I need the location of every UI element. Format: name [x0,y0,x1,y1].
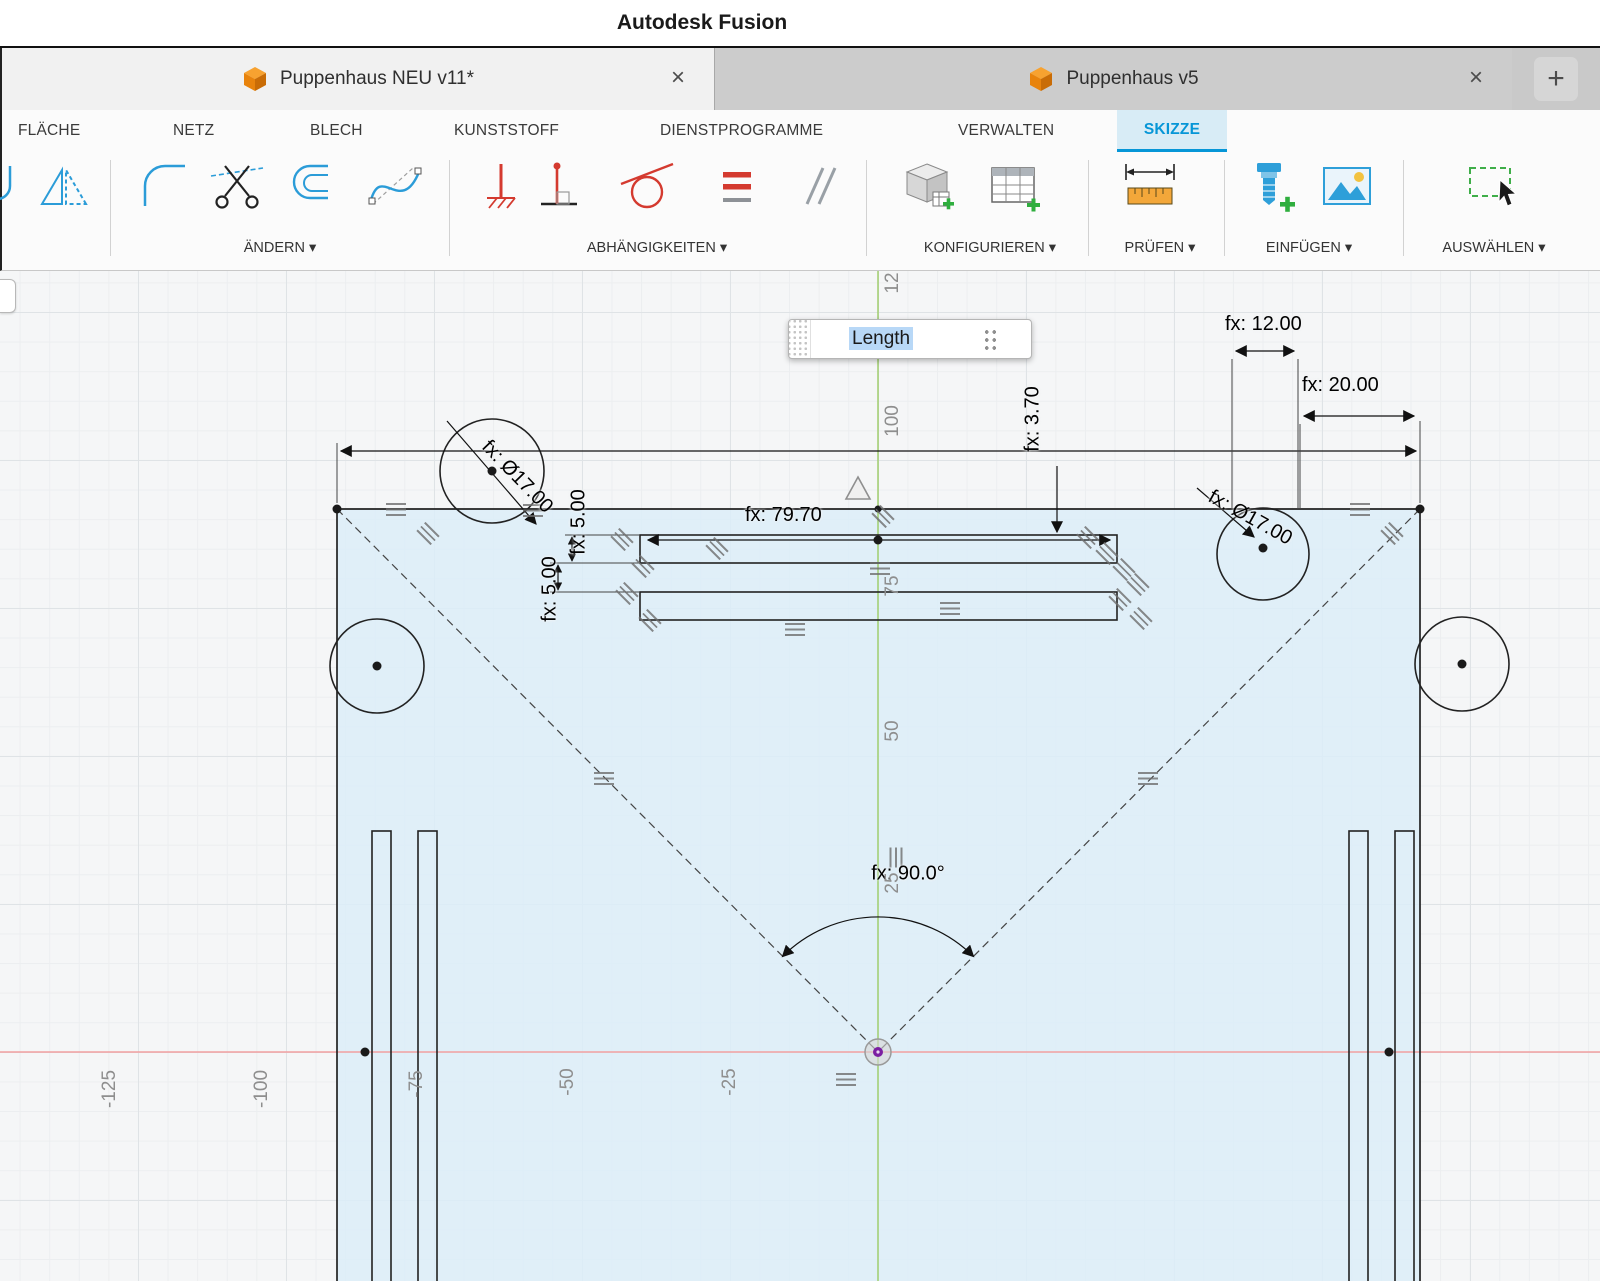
mirror-icon[interactable] [36,158,92,216]
panel-flyout-handle[interactable] [0,279,16,313]
trim-scissors-icon[interactable] [209,158,265,216]
document-tab-inactive[interactable]: Puppenhaus v5 × [714,48,1512,110]
fusion-document-icon [242,65,268,93]
insert-fastener-icon[interactable] [1241,158,1297,216]
ribbon-tab-dienstprogramme[interactable]: DIENSTPROGRAMME [652,110,831,152]
ribbon-tab-verwalten[interactable]: VERWALTEN [950,110,1062,152]
drag-grip-icon[interactable] [789,320,811,358]
toolbar-divider [449,160,450,256]
axis-tick-label: 50 [882,720,903,742]
document-tabbar: Puppenhaus NEU v11* × Puppenhaus v5 × + [0,48,1600,110]
toolbar-divider [1088,160,1089,256]
group-label-pruefen[interactable]: PRÜFEN ▾ [1125,240,1196,256]
sketch-canvas[interactable]: fx: 12.00 fx: 20.00 fx: 79.70 fx: 3.70 f… [0,271,1600,1281]
group-label-konfigurieren[interactable]: KONFIGURIEREN ▾ [924,240,1056,256]
dimension-input-field[interactable]: Length [811,327,982,350]
group-label-aendern[interactable]: ÄNDERN ▾ [244,240,317,256]
insert-image-icon[interactable] [1319,158,1375,216]
constraint-icon[interactable] [940,602,960,615]
perpendicular-constraint-icon[interactable] [531,158,587,216]
ribbon-toolbar: ÄNDERN ▾ ABHÄNGIGKEITEN ▾ KONFIGURIEREN … [0,152,1600,270]
ribbon-tab-skizze[interactable]: SKIZZE [1117,110,1227,152]
window-title: Autodesk Fusion [616,11,788,34]
toolbar-divider [1403,160,1404,256]
constraint-icon[interactable] [1350,503,1370,516]
group-label-auswaehlen[interactable]: AUSWÄHLEN ▾ [1442,240,1545,256]
dimension-label-500b[interactable]: fx: 5.00 [539,556,562,622]
tangent-constraint-icon[interactable] [619,158,675,216]
axis-tick-label: -100 [251,1069,272,1109]
drag-handle-dots-icon[interactable] [982,327,997,351]
sketch-arc-icon[interactable] [0,158,36,216]
document-tab-label: Puppenhaus v5 [1066,68,1199,89]
axis-tick-label: -125 [99,1069,120,1109]
sketch-geometry[interactable] [0,271,1600,1281]
dimension-label-7970[interactable]: fx: 79.70 [745,504,822,527]
axis-tick-label: -75 [406,1070,427,1098]
new-tab-button[interactable]: + [1534,57,1578,101]
ribbon-tab-blech[interactable]: BLECH [302,110,371,152]
toolbar-divider [110,160,111,256]
axis-tick-label: 75 [882,575,903,597]
fusion-document-icon [1028,65,1054,93]
parallel-constraint-icon[interactable] [791,158,847,216]
measure-icon[interactable] [1122,158,1178,216]
spline-icon[interactable] [367,158,423,216]
constraint-icon[interactable] [1138,772,1158,785]
constraint-icon[interactable] [870,562,890,575]
close-icon[interactable]: × [1462,65,1490,93]
toolbar-divider [866,160,867,256]
tabbar-end: + [1512,48,1600,110]
offset-icon[interactable] [286,158,342,216]
select-icon[interactable] [1466,158,1522,216]
window-titlebar: Autodesk Fusion [0,0,1600,48]
configuration-table-icon[interactable] [986,158,1042,216]
axis-tick-label: 100 [882,405,903,437]
constraint-icon[interactable] [594,772,614,785]
dimension-label-12[interactable]: fx: 12.00 [1225,313,1302,336]
constraint-icon[interactable] [836,1073,856,1086]
fillet-icon[interactable] [137,158,193,216]
configure-box-icon[interactable] [899,158,955,216]
selected-text[interactable]: Length [849,327,914,350]
dimension-label-20[interactable]: fx: 20.00 [1302,374,1379,397]
ribbon-tab-kunststoff[interactable]: KUNSTSTOFF [446,110,567,152]
toolbar-divider [1224,160,1225,256]
dimension-input-box[interactable]: Length [788,319,1032,359]
axis-tick-label: -50 [557,1068,578,1096]
ribbon-tabs-row: FLÄCHE NETZ BLECH KUNSTSTOFF DIENSTPROGR… [2,110,1600,152]
axis-tick-label: -25 [719,1068,740,1096]
equal-constraint-icon[interactable] [709,158,765,216]
fix-constraint-icon[interactable] [471,158,527,216]
constraint-icon[interactable] [386,503,406,516]
group-label-einfuegen[interactable]: EINFÜGEN ▾ [1266,240,1352,256]
ribbon-tab-netz[interactable]: NETZ [165,110,222,152]
dimension-label-500a[interactable]: fx: 5.00 [568,489,591,555]
axis-tick-label: 25 [882,872,903,894]
ribbon: FLÄCHE NETZ BLECH KUNSTSTOFF DIENSTPROGR… [0,110,1600,271]
dimension-label-370[interactable]: fx: 3.70 [1022,386,1045,452]
close-icon[interactable]: × [664,65,692,93]
constraint-icon[interactable] [785,623,805,636]
axis-tick-label: 12 [882,272,903,294]
document-tab-active[interactable]: Puppenhaus NEU v11* × [2,48,714,110]
group-label-abhaengigkeiten[interactable]: ABHÄNGIGKEITEN ▾ [587,240,727,256]
ribbon-tab-flaeche[interactable]: FLÄCHE [10,110,88,152]
document-tab-label: Puppenhaus NEU v11* [280,68,474,89]
